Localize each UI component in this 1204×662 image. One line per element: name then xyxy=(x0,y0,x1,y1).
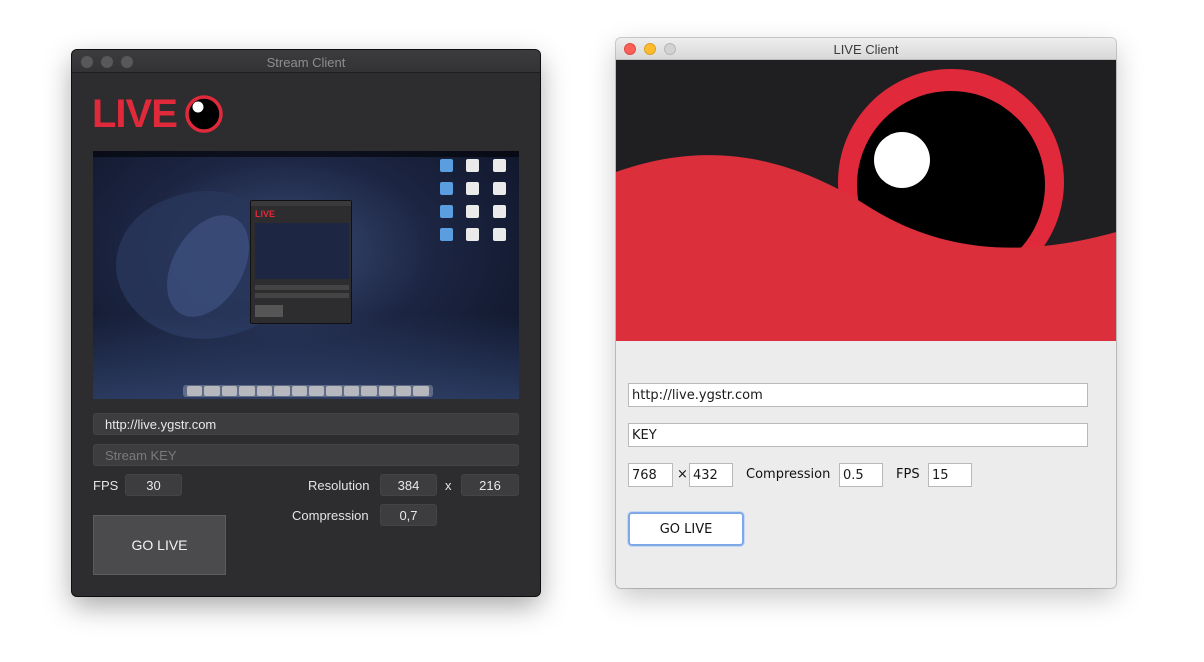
screen-preview: LIVE xyxy=(93,151,519,399)
dock-app-icon xyxy=(204,386,220,396)
preview-app-titlebar xyxy=(251,201,351,206)
dock-app-icon xyxy=(343,386,360,396)
preview-app-button xyxy=(255,305,283,317)
fps-input[interactable] xyxy=(125,474,182,496)
resolution-height-input[interactable] xyxy=(461,474,519,496)
preview-app-window: LIVE xyxy=(250,200,352,324)
preview-menubar xyxy=(93,151,519,157)
server-url-input[interactable] xyxy=(93,413,519,435)
dock-app-icon xyxy=(239,386,255,396)
resolution-width-input[interactable] xyxy=(380,474,437,496)
compression-input[interactable] xyxy=(839,463,883,487)
fps-label: FPS xyxy=(93,478,119,493)
dock-app-icon xyxy=(187,386,203,396)
preview-app-field xyxy=(255,285,349,290)
folder-icon xyxy=(439,182,453,195)
resolution-separator: × xyxy=(677,467,688,482)
go-live-button[interactable]: GO LIVE xyxy=(628,512,744,546)
document-icon xyxy=(466,159,480,172)
window-title: LIVE Client xyxy=(833,42,899,57)
go-live-button[interactable]: GO LIVE xyxy=(93,515,226,575)
dock-app-icon xyxy=(413,386,429,396)
compression-label: Compression xyxy=(746,467,831,482)
document-icon xyxy=(493,182,507,195)
stream-key-input[interactable] xyxy=(628,423,1088,447)
server-url-input[interactable] xyxy=(628,383,1088,407)
fps-label: FPS xyxy=(896,467,920,482)
title-bar: LIVE Client xyxy=(616,38,1116,60)
dock-app-icon xyxy=(291,386,307,396)
dock-app-icon xyxy=(308,386,325,396)
dock-app-icon xyxy=(378,386,395,396)
preview-logo-text: LIVE xyxy=(255,209,276,219)
document-icon xyxy=(493,205,507,218)
resolution-separator: x xyxy=(445,478,452,493)
window-title: Stream Client xyxy=(266,55,346,70)
stream-client-window: Stream Client LIVE LIVE http://live.ygst… xyxy=(72,50,540,596)
folder-icon xyxy=(439,228,453,241)
document-icon xyxy=(466,228,480,241)
title-bar: Stream Client xyxy=(72,50,540,73)
preview-app-screen xyxy=(255,223,349,279)
dock-app-icon xyxy=(361,386,377,396)
preview-desktop-icons xyxy=(433,159,513,241)
preview-dock xyxy=(183,385,433,397)
compression-label: Compression xyxy=(292,508,369,523)
logo-text: LIVE xyxy=(92,92,178,136)
dock-app-icon xyxy=(396,386,412,396)
live-client-window: LIVE Client × Compression FPS GO LIVE xyxy=(616,38,1116,588)
fps-input[interactable] xyxy=(928,463,972,487)
dock-app-icon xyxy=(274,386,290,396)
stream-key-input[interactable] xyxy=(93,444,519,466)
document-icon xyxy=(466,205,480,218)
document-icon xyxy=(493,228,507,241)
document-icon xyxy=(466,182,480,195)
document-icon xyxy=(493,159,507,172)
folder-icon xyxy=(439,159,453,172)
dock-app-icon xyxy=(221,386,238,396)
preview-app-field xyxy=(255,293,349,298)
resolution-height-input[interactable] xyxy=(689,463,733,487)
folder-icon xyxy=(439,205,453,218)
eye-logo-icon xyxy=(185,95,223,133)
dock-app-icon xyxy=(326,386,342,396)
resolution-width-input[interactable] xyxy=(628,463,673,487)
live-banner-eye-icon xyxy=(616,60,1116,341)
resolution-label: Resolution xyxy=(308,478,370,493)
dock-app-icon xyxy=(256,386,273,396)
compression-input[interactable] xyxy=(380,504,437,526)
